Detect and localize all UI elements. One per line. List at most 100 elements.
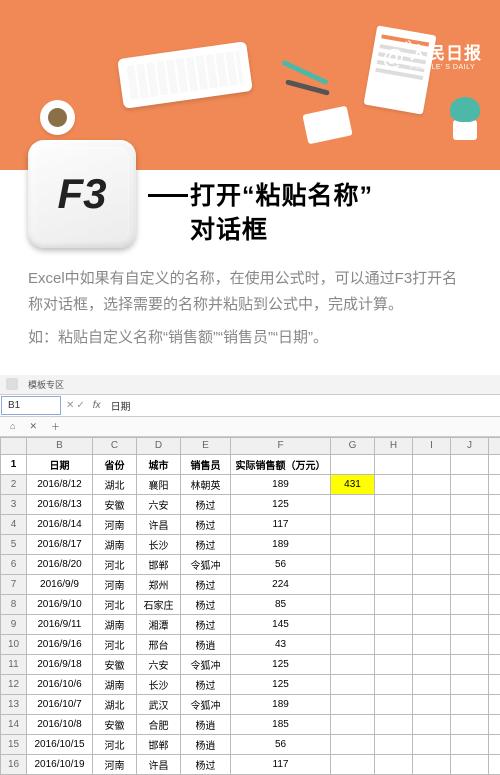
cell[interactable]: 郑州 [137,574,181,594]
cell[interactable] [331,514,375,534]
toolbar-template-btn[interactable]: 模板专区 [28,378,64,391]
cell[interactable]: 安徽 [93,714,137,734]
home-tab-icon[interactable]: ⌂ [6,420,19,432]
column-header[interactable]: K [489,437,500,454]
cell[interactable] [331,554,375,574]
cell[interactable]: 189 [231,694,331,714]
cell[interactable] [375,454,413,474]
row-header[interactable]: 2 [1,474,27,494]
cell[interactable]: 河北 [93,554,137,574]
cell[interactable]: 邢台 [137,634,181,654]
cell[interactable]: 湖北 [93,694,137,714]
close-tab-icon[interactable]: ✕ [25,420,41,433]
cell[interactable]: 湖北 [93,474,137,494]
column-header[interactable]: B [27,437,93,454]
cell[interactable] [451,574,489,594]
cell[interactable]: 杨逍 [181,714,231,734]
cell[interactable]: 许昌 [137,514,181,534]
cell[interactable]: 2016/8/17 [27,534,93,554]
cell[interactable]: 117 [231,514,331,534]
result-cell[interactable]: 431 [331,474,375,494]
cell[interactable] [451,594,489,614]
select-all-corner[interactable] [1,437,27,454]
cell[interactable] [451,514,489,534]
cell[interactable] [331,654,375,674]
cell[interactable] [451,634,489,654]
cell[interactable]: 2016/9/16 [27,634,93,654]
table-row[interactable]: 22016/8/12湖北襄阳林朝英189431 [1,474,500,494]
table-row[interactable]: 32016/8/13安徽六安杨过125 [1,494,500,514]
cell[interactable]: 224 [231,574,331,594]
cell[interactable]: 189 [231,534,331,554]
header-cell[interactable]: 城市 [137,454,181,474]
cell[interactable] [451,714,489,734]
cell[interactable]: 2016/10/15 [27,734,93,754]
cell[interactable]: 河北 [93,634,137,654]
cell[interactable]: 令狐冲 [181,694,231,714]
cell[interactable]: 56 [231,734,331,754]
cell[interactable] [375,714,413,734]
header-cell[interactable]: 销售员 [181,454,231,474]
cell[interactable] [331,594,375,614]
cell[interactable]: 杨过 [181,614,231,634]
cell[interactable] [331,674,375,694]
cell[interactable] [331,574,375,594]
header-cell[interactable]: 省份 [93,454,137,474]
cell[interactable] [375,614,413,634]
cell[interactable]: 湖南 [93,674,137,694]
cell[interactable] [451,734,489,754]
cell[interactable] [489,594,500,614]
cell[interactable] [413,734,451,754]
cell[interactable]: 杨逍 [181,734,231,754]
row-header[interactable]: 15 [1,734,27,754]
cell[interactable] [375,754,413,774]
add-tab-icon[interactable]: ＋ [47,419,64,434]
cell[interactable] [375,654,413,674]
row-header[interactable]: 10 [1,634,27,654]
cell[interactable] [375,674,413,694]
table-row[interactable]: 152016/10/15河北邯郸杨逍56 [1,734,500,754]
cell[interactable] [331,714,375,734]
cell[interactable]: 杨过 [181,674,231,694]
cell[interactable]: 117 [231,754,331,774]
cell[interactable] [489,514,500,534]
cell[interactable] [413,574,451,594]
cell[interactable]: 河北 [93,734,137,754]
cell[interactable] [413,594,451,614]
cell[interactable] [489,574,500,594]
cell[interactable] [413,694,451,714]
cell[interactable]: 杨过 [181,514,231,534]
cell[interactable] [413,654,451,674]
cell[interactable] [413,514,451,534]
cell[interactable] [375,694,413,714]
cell[interactable] [489,534,500,554]
cell[interactable] [451,754,489,774]
table-row[interactable]: 72016/9/9河南郑州杨过224 [1,574,500,594]
cell[interactable] [413,614,451,634]
column-header[interactable]: I [413,437,451,454]
table-row[interactable]: 122016/10/6湖南长沙杨过125 [1,674,500,694]
row-header[interactable]: 12 [1,674,27,694]
row-header[interactable]: 16 [1,754,27,774]
cell[interactable] [489,494,500,514]
cell[interactable]: 湘潭 [137,614,181,634]
cell[interactable]: 河南 [93,574,137,594]
cell[interactable]: 林朝英 [181,474,231,494]
cell[interactable] [451,534,489,554]
row-header[interactable]: 14 [1,714,27,734]
cell[interactable] [413,474,451,494]
cell[interactable] [413,494,451,514]
row-header[interactable]: 5 [1,534,27,554]
row-header[interactable]: 6 [1,554,27,574]
header-cell[interactable]: 实际销售额（万元） [231,454,331,474]
cell[interactable]: 石家庄 [137,594,181,614]
cell[interactable] [375,634,413,654]
cell[interactable] [489,694,500,714]
cell[interactable]: 六安 [137,654,181,674]
row-header[interactable]: 11 [1,654,27,674]
cell[interactable] [451,554,489,574]
cell[interactable]: 长沙 [137,674,181,694]
cell[interactable] [413,534,451,554]
cell[interactable]: 43 [231,634,331,654]
cell[interactable] [489,654,500,674]
